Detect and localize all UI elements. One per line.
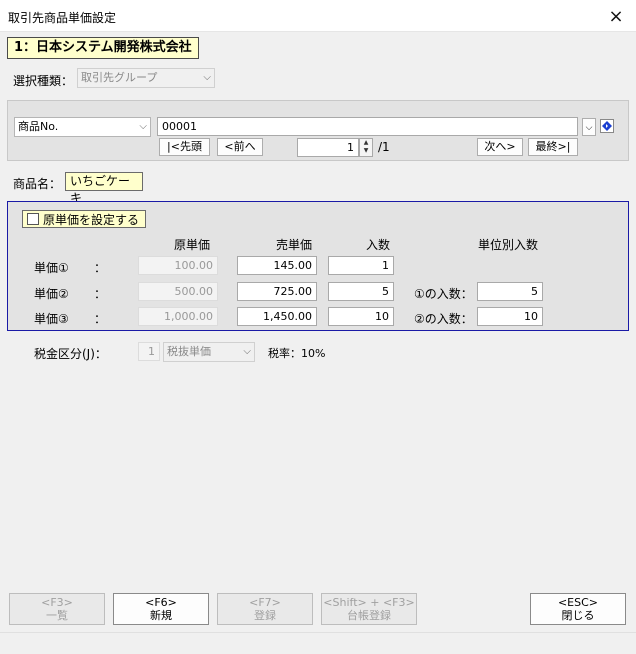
fkey-label: 登録 bbox=[254, 609, 276, 622]
product-search-panel: 商品No. ⌵ 00001 ⌵ |<先頭 <前へ 1 ▲ ▼ /1 次へ> 最終… bbox=[7, 100, 629, 161]
cost-price-3: 1,000.00 bbox=[138, 307, 218, 326]
price-row-colon: ： bbox=[94, 312, 107, 326]
fkey-shortcut: <F3> bbox=[41, 596, 73, 609]
page-spinner[interactable]: ▲ ▼ bbox=[359, 138, 373, 157]
register-button: <F7> 登録 bbox=[217, 593, 313, 625]
fkey-shortcut: <Shift> + <F3> bbox=[323, 596, 415, 609]
product-name-value: いちごケーキ bbox=[65, 172, 143, 205]
next-record-button[interactable]: 次へ> bbox=[477, 138, 523, 156]
price-row-colon: ： bbox=[94, 261, 107, 275]
product-field-select-value: 商品No. bbox=[18, 120, 59, 133]
selection-type-label: 選択種類： bbox=[13, 74, 74, 88]
header-cost-price: 原単価 bbox=[174, 238, 211, 252]
cost-price-checkbox-label: 原単価を設定する bbox=[43, 212, 140, 227]
page-total: /1 bbox=[378, 140, 390, 154]
fkey-shortcut: <F7> bbox=[249, 596, 281, 609]
prev-record-button[interactable]: <前へ bbox=[217, 138, 263, 156]
price-row-colon: ： bbox=[94, 287, 107, 301]
chevron-down-icon: ⌵ bbox=[203, 72, 211, 83]
spin-up-icon[interactable]: ▲ bbox=[360, 139, 372, 147]
tax-type-value: 税抜単価 bbox=[167, 345, 211, 358]
quantity-2[interactable]: 5 bbox=[328, 282, 394, 301]
header-sell-price: 売単価 bbox=[276, 238, 313, 252]
list-button: <F3> 一覧 bbox=[9, 593, 105, 625]
title-bar: 取引先商品単価設定 × bbox=[0, 0, 636, 32]
selection-type-select: 取引先グループ ⌵ bbox=[77, 68, 215, 88]
page-number-input[interactable]: 1 bbox=[297, 138, 359, 157]
price-settings-panel: 原単価を設定する 原単価 売単価 入数 単位別入数 単価① ： 100.00 1… bbox=[7, 201, 629, 331]
close-button[interactable]: <ESC> 閉じる bbox=[530, 593, 626, 625]
fkey-shortcut: <ESC> bbox=[557, 596, 599, 609]
product-nav-button[interactable] bbox=[600, 119, 614, 133]
sell-price-2[interactable]: 725.00 bbox=[237, 282, 317, 301]
last-record-button[interactable]: 最終>| bbox=[528, 138, 578, 156]
sell-price-3[interactable]: 1,450.00 bbox=[237, 307, 317, 326]
fkey-label: 台帳登録 bbox=[347, 609, 391, 622]
product-code-input[interactable]: 00001 bbox=[157, 117, 578, 136]
price-row-label: 単価② bbox=[34, 287, 69, 301]
fkey-label: 新規 bbox=[150, 609, 172, 622]
tax-code: 1 bbox=[138, 342, 160, 361]
new-button[interactable]: <F6> 新規 bbox=[113, 593, 209, 625]
tax-category-label: 税金区分(J)： bbox=[34, 347, 107, 361]
product-field-select[interactable]: 商品No. ⌵ bbox=[14, 117, 151, 137]
header-quantity: 入数 bbox=[366, 238, 391, 252]
status-bar bbox=[0, 632, 636, 654]
chevron-down-icon: ⌵ bbox=[139, 121, 147, 132]
cost-price-checkbox[interactable] bbox=[27, 213, 39, 225]
unit-quantity-2[interactable]: 10 bbox=[477, 307, 543, 326]
fkey-shortcut: <F6> bbox=[145, 596, 177, 609]
cost-price-2: 500.00 bbox=[138, 282, 218, 301]
spin-down-icon[interactable]: ▼ bbox=[360, 147, 372, 155]
tax-type-select: 税抜単価 ⌵ bbox=[163, 342, 255, 362]
fkey-label: 一覧 bbox=[46, 609, 68, 622]
unit-quantity-1[interactable]: 5 bbox=[477, 282, 543, 301]
window-title: 取引先商品単価設定 bbox=[8, 11, 117, 25]
company-name: 1：日本システム開発株式会社 bbox=[7, 37, 199, 59]
product-name-label: 商品名： bbox=[13, 177, 62, 191]
tax-rate: 税率：10% bbox=[268, 347, 326, 360]
chevron-down-icon: ⌵ bbox=[243, 346, 251, 357]
selection-type-value: 取引先グループ bbox=[81, 71, 158, 84]
first-record-button[interactable]: |<先頭 bbox=[159, 138, 210, 156]
quantity-3[interactable]: 10 bbox=[328, 307, 394, 326]
unit-qty-label-2: ②の入数： bbox=[414, 312, 473, 326]
close-icon[interactable]: × bbox=[596, 0, 636, 32]
price-row-label: 単価① bbox=[34, 261, 69, 275]
fkey-label: 閉じる bbox=[561, 609, 595, 622]
quantity-1[interactable]: 1 bbox=[328, 256, 394, 275]
ledger-register-button: <Shift> + <F3> 台帳登録 bbox=[321, 593, 417, 625]
header-unit-quantity: 単位別入数 bbox=[478, 238, 539, 252]
diamond-nav-icon bbox=[602, 121, 612, 131]
price-row-label: 単価③ bbox=[34, 312, 69, 326]
chevron-down-icon: ⌵ bbox=[585, 123, 593, 133]
sell-price-1[interactable]: 145.00 bbox=[237, 256, 317, 275]
product-dropdown-button[interactable]: ⌵ bbox=[582, 118, 596, 136]
unit-qty-label-1: ①の入数： bbox=[414, 287, 473, 301]
cost-price-toggle[interactable]: 原単価を設定する bbox=[22, 210, 147, 228]
cost-price-1: 100.00 bbox=[138, 256, 218, 275]
